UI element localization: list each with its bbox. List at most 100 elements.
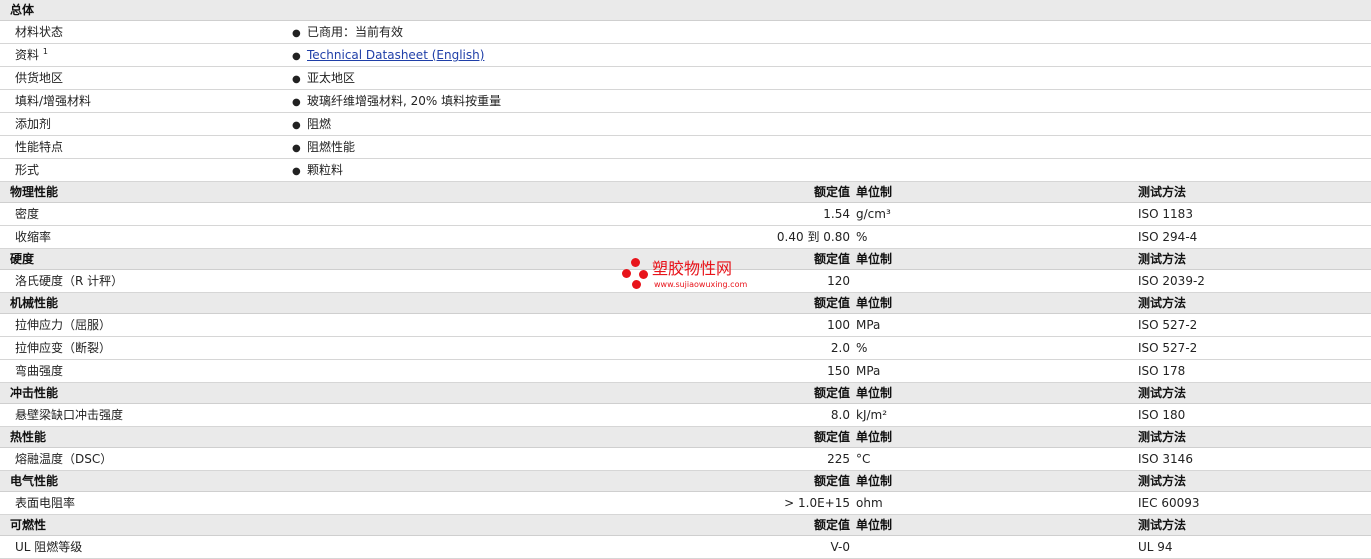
property-test-method: ISO 2039-2 bbox=[1138, 274, 1205, 288]
property-value-text: 亚太地区 bbox=[307, 71, 356, 85]
section-title: 冲击性能 bbox=[10, 386, 59, 400]
property-value: 120 bbox=[827, 274, 850, 288]
property-test-method: ISO 180 bbox=[1138, 408, 1186, 422]
column-header-unit: 单位制 bbox=[856, 430, 893, 444]
property-value-text: 已商用：当前有效 bbox=[307, 25, 404, 39]
property-row: 拉伸应力（屈服） 100 MPa ISO 527-2 bbox=[0, 314, 1371, 337]
property-unit: % bbox=[856, 341, 868, 355]
property-unit: kJ/m² bbox=[856, 408, 888, 422]
general-row: 资料 1 ● Technical Datasheet (English) bbox=[0, 44, 1371, 67]
property-value: 1.54 bbox=[823, 207, 850, 221]
section-header: 冲击性能 额定值 单位制 测试方法 bbox=[0, 383, 1371, 404]
property-label: 弯曲强度 bbox=[15, 364, 64, 378]
property-value: 0.40 到 0.80 bbox=[776, 230, 850, 244]
property-unit: ohm bbox=[856, 496, 883, 510]
property-label: 熔融温度（DSC） bbox=[15, 452, 113, 466]
property-test-method: ISO 527-2 bbox=[1138, 318, 1198, 332]
column-header-value: 额定值 bbox=[813, 296, 850, 310]
column-header-test-method: 测试方法 bbox=[1138, 474, 1187, 488]
column-header-value: 额定值 bbox=[813, 430, 850, 444]
property-value: ● 已商用：当前有效 bbox=[292, 21, 403, 45]
general-row: 填料/增强材料 ● 玻璃纤维增强材料, 20% 填料按重量 bbox=[0, 90, 1371, 113]
property-value: 100 bbox=[827, 318, 850, 332]
general-row: 添加剂 ● 阻燃 bbox=[0, 113, 1371, 136]
property-row: 拉伸应变（断裂） 2.0% ISO 527-2 bbox=[0, 337, 1371, 360]
property-value: 8.0 bbox=[830, 408, 850, 422]
property-label-text: 形式 bbox=[15, 163, 40, 177]
property-label: 收缩率 bbox=[15, 230, 52, 244]
property-label: 悬壁梁缺口冲击强度 bbox=[15, 408, 124, 422]
property-value: ● 阻燃 bbox=[292, 113, 331, 137]
property-value: ● 颗粒料 bbox=[292, 159, 343, 183]
section-header: 物理性能 额定值 单位制 测试方法 bbox=[0, 182, 1371, 203]
property-test-method: ISO 527-2 bbox=[1138, 341, 1198, 355]
property-row: 表面电阻率 > 1.0E+15 ohm IEC 60093 bbox=[0, 492, 1371, 515]
property-label: 密度 bbox=[15, 207, 40, 221]
property-test-method: UL 94 bbox=[1138, 540, 1173, 554]
general-row: 性能特点 ● 阻燃性能 bbox=[0, 136, 1371, 159]
property-label: UL 阻燃等级 bbox=[15, 540, 83, 554]
bullet-icon: ● bbox=[292, 120, 301, 131]
column-header-unit: 单位制 bbox=[856, 185, 893, 199]
property-unit: MPa bbox=[856, 318, 881, 332]
column-header-value: 额定值 bbox=[813, 386, 850, 400]
property-value-text: 玻璃纤维增强材料, 20% 填料按重量 bbox=[307, 94, 502, 108]
property-unit: °C bbox=[856, 452, 871, 466]
property-label-text: 资料 bbox=[15, 48, 40, 62]
property-row: 弯曲强度 150 MPa ISO 178 bbox=[0, 360, 1371, 383]
column-header-test-method: 测试方法 bbox=[1138, 386, 1187, 400]
property-value: 2.0 bbox=[830, 341, 850, 355]
property-value: ● Technical Datasheet (English) bbox=[292, 44, 484, 68]
property-value: ● 亚太地区 bbox=[292, 67, 355, 91]
column-header-value: 额定值 bbox=[813, 518, 850, 532]
section-title: 总体 bbox=[10, 3, 35, 17]
property-label: 拉伸应变（断裂） bbox=[15, 341, 112, 355]
bullet-icon: ● bbox=[292, 166, 301, 177]
column-header-test-method: 测试方法 bbox=[1138, 518, 1187, 532]
column-header-unit: 单位制 bbox=[856, 252, 893, 266]
property-label: 洛氏硬度（R 计秤） bbox=[15, 274, 124, 288]
property-test-method: ISO 178 bbox=[1138, 364, 1186, 378]
section-header: 热性能 额定值 单位制 测试方法 bbox=[0, 427, 1371, 448]
bullet-icon: ● bbox=[292, 97, 301, 108]
property-label: 资料 1 bbox=[15, 44, 48, 66]
column-header-value: 额定值 bbox=[813, 474, 850, 488]
watermark-name: 塑胶物性网 bbox=[652, 259, 733, 278]
column-header-unit: 单位制 bbox=[856, 386, 893, 400]
bullet-icon: ● bbox=[292, 74, 301, 85]
general-row: 材料状态 ● 已商用：当前有效 bbox=[0, 21, 1371, 44]
section-header: 电气性能 额定值 单位制 测试方法 bbox=[0, 471, 1371, 492]
property-label: 表面电阻率 bbox=[15, 496, 76, 510]
watermark-dots-icon bbox=[622, 258, 648, 292]
property-unit: MPa bbox=[856, 364, 881, 378]
property-label-text: 材料状态 bbox=[15, 25, 64, 39]
section-title: 可燃性 bbox=[10, 518, 47, 532]
watermark-url: www.sujiaowuxing.com bbox=[654, 280, 748, 289]
property-value: 150 bbox=[827, 364, 850, 378]
column-header-value: 额定值 bbox=[813, 185, 850, 199]
property-test-method: ISO 3146 bbox=[1138, 452, 1193, 466]
property-label: 供货地区 bbox=[15, 67, 63, 89]
property-unit: g/cm³ bbox=[856, 207, 891, 221]
property-unit: % bbox=[856, 230, 868, 244]
property-label: 填料/增强材料 bbox=[15, 90, 91, 112]
watermark-logo: 塑胶物性网 www.sujiaowuxing.com bbox=[622, 258, 762, 294]
property-label-text: 添加剂 bbox=[15, 117, 52, 131]
property-value-text: 阻燃性能 bbox=[307, 140, 356, 154]
property-label: 添加剂 bbox=[15, 113, 51, 135]
bullet-icon: ● bbox=[292, 143, 301, 154]
section-title: 物理性能 bbox=[10, 185, 59, 199]
property-row: 密度 1.54 g/cm³ ISO 1183 bbox=[0, 203, 1371, 226]
property-row: 熔融温度（DSC） 225 °C ISO 3146 bbox=[0, 448, 1371, 471]
datasheet-link[interactable]: Technical Datasheet (English) bbox=[307, 48, 484, 62]
property-row: UL 阻燃等级 V-0 UL 94 bbox=[0, 536, 1371, 559]
footnote-marker: 1 bbox=[42, 47, 48, 56]
property-label-text: 供货地区 bbox=[15, 71, 64, 85]
section-title: 电气性能 bbox=[10, 474, 59, 488]
general-row: 供货地区 ● 亚太地区 bbox=[0, 67, 1371, 90]
section-title: 机械性能 bbox=[10, 296, 59, 310]
property-row: 悬壁梁缺口冲击强度 8.0 kJ/m² ISO 180 bbox=[0, 404, 1371, 427]
column-header-unit: 单位制 bbox=[856, 296, 893, 310]
section-title: 硬度 bbox=[10, 252, 35, 266]
section-header: 机械性能 额定值 单位制 测试方法 bbox=[0, 293, 1371, 314]
